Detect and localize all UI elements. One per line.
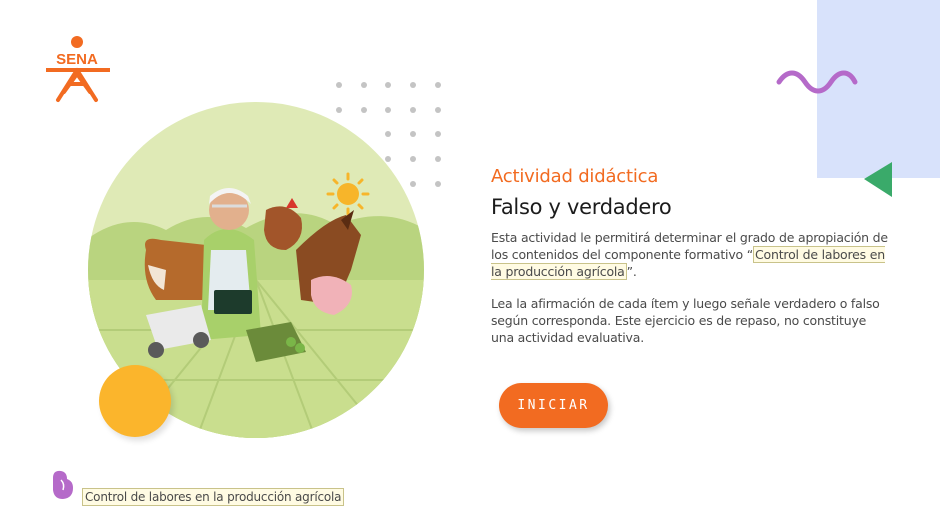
intro-paragraph: Esta actividad le permitirá determinar e… <box>491 229 891 280</box>
intro-paragraph-end: ”. <box>626 264 637 279</box>
activity-type-label: Actividad didáctica <box>491 166 659 187</box>
start-button[interactable]: INICIAR <box>499 383 608 428</box>
yellow-circle-decoration <box>99 365 171 437</box>
intro-panel: Actividad didáctica Falso y verdadero Es… <box>491 166 891 346</box>
purple-hand-icon <box>53 470 73 499</box>
page-title: Falso y verdadero <box>491 195 672 219</box>
purple-squiggle-icon <box>776 70 858 94</box>
svg-text:SENA: SENA <box>56 51 98 68</box>
footer-course-label: Control de labores en la producción agrí… <box>82 488 345 506</box>
sena-logo: SENA <box>46 36 110 102</box>
instructions-paragraph: Lea la afirmación de cada ítem y luego s… <box>491 296 880 345</box>
